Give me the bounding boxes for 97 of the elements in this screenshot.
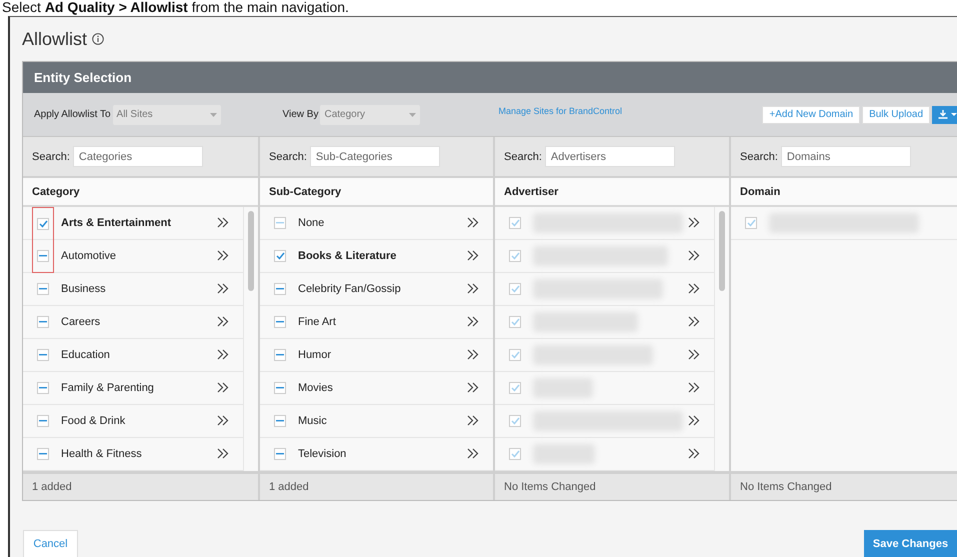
- list-item-label[interactable]: Humor: [298, 349, 332, 361]
- list-item-label[interactable]: Business: [61, 283, 106, 295]
- minus-icon: [39, 387, 47, 389]
- check-icon: [510, 318, 520, 326]
- page-title: Allowlist: [22, 28, 88, 50]
- double-chevron-icon[interactable]: [467, 316, 479, 327]
- list-item-label[interactable]: Books & Literature: [298, 250, 396, 262]
- list-item-label[interactable]: Arts & Entertainment: [61, 217, 172, 229]
- scrollbar-thumb[interactable]: [248, 211, 254, 291]
- check-icon: [510, 252, 520, 260]
- minus-icon: [276, 288, 284, 290]
- search-field[interactable]: Domains: [780, 146, 911, 167]
- checkbox[interactable]: [37, 218, 49, 230]
- check-icon: [276, 252, 284, 260]
- double-chevron-icon[interactable]: [217, 283, 229, 294]
- double-chevron-icon[interactable]: [467, 349, 479, 360]
- list-item-label[interactable]: Fine Art: [298, 316, 336, 328]
- column-footer-status: 1 added: [23, 471, 258, 500]
- minus-icon: [39, 420, 47, 422]
- field-label: Apply Allowlist To: [34, 109, 111, 120]
- check-icon: [746, 219, 756, 227]
- info-icon[interactable]: [92, 33, 104, 45]
- minus-icon: [276, 387, 284, 389]
- column-footer-status: No Items Changed: [495, 471, 729, 500]
- checkbox[interactable]: [37, 250, 49, 262]
- search-label: Search:: [32, 150, 70, 162]
- list-item-label[interactable]: Education: [61, 349, 110, 361]
- caret-icon: [951, 113, 957, 116]
- search-label: Search:: [740, 150, 778, 162]
- list-item-label[interactable]: Celebrity Fan/Gossip: [298, 283, 401, 295]
- search-field[interactable]: Categories: [72, 146, 203, 167]
- list-item-label[interactable]: Television: [298, 448, 346, 460]
- double-chevron-icon[interactable]: [217, 349, 229, 360]
- double-chevron-icon[interactable]: [467, 382, 479, 393]
- minus-icon: [39, 453, 47, 455]
- list-item-label[interactable]: Music: [298, 415, 327, 427]
- check-icon: [510, 384, 520, 392]
- minus-icon: [276, 354, 284, 356]
- download-icon: [938, 110, 948, 119]
- minus-icon: [276, 420, 284, 422]
- checkbox[interactable]: [274, 283, 286, 295]
- check-icon: [510, 219, 520, 227]
- minus-icon: [276, 321, 284, 323]
- double-chevron-icon[interactable]: [217, 250, 229, 261]
- double-chevron-icon[interactable]: [217, 448, 229, 459]
- minus-icon: [276, 222, 284, 224]
- list-item-label[interactable]: Movies: [298, 382, 333, 394]
- checkbox[interactable]: [37, 316, 49, 328]
- field-label: View By: [282, 109, 318, 120]
- checkbox[interactable]: [274, 415, 286, 427]
- checkbox[interactable]: [274, 349, 286, 361]
- double-chevron-icon[interactable]: [467, 283, 479, 294]
- list-item-label[interactable]: Careers: [61, 316, 100, 328]
- panel-title: Entity Selection: [23, 62, 957, 93]
- checkbox[interactable]: [37, 283, 49, 295]
- double-chevron-icon[interactable]: [217, 415, 229, 426]
- double-chevron-icon[interactable]: [467, 448, 479, 459]
- check-icon: [510, 417, 520, 425]
- list-item-label[interactable]: Health & Fitness: [61, 448, 142, 460]
- minus-icon: [39, 254, 47, 256]
- column-footer-status: No Items Changed: [731, 471, 957, 500]
- double-chevron-icon[interactable]: [217, 217, 229, 228]
- instruction-caption: Select Ad Quality > Allowlist from the main navigation.: [1, 0, 350, 16]
- search-label: Search:: [504, 150, 542, 162]
- column-footer-status: 1 added: [260, 471, 493, 500]
- checkbox[interactable]: [37, 349, 49, 361]
- checkbox[interactable]: [274, 250, 286, 262]
- double-chevron-icon[interactable]: [467, 250, 479, 261]
- list-item-label[interactable]: Family & Parenting: [61, 382, 154, 394]
- search-field[interactable]: Sub-Categories: [310, 146, 440, 167]
- search-field[interactable]: Advertisers: [544, 146, 675, 167]
- list-item-label[interactable]: Automotive: [61, 250, 116, 262]
- double-chevron-icon[interactable]: [217, 316, 229, 327]
- view-by-dropdown[interactable]: Category: [320, 104, 420, 124]
- checkbox[interactable]: [37, 382, 49, 394]
- checkbox[interactable]: [274, 316, 286, 328]
- minus-icon: [39, 321, 47, 323]
- download-dropdown-button[interactable]: [932, 106, 957, 124]
- apply-to-dropdown[interactable]: All Sites: [112, 104, 221, 124]
- minus-icon: [276, 453, 284, 455]
- check-icon: [510, 450, 520, 458]
- check-icon: [510, 285, 520, 293]
- check-icon: [38, 220, 48, 228]
- check-icon: [510, 351, 520, 359]
- double-chevron-icon[interactable]: [217, 382, 229, 393]
- checkbox[interactable]: [37, 448, 49, 460]
- caret-icon: [210, 112, 217, 116]
- double-chevron-icon[interactable]: [467, 415, 479, 426]
- minus-icon: [39, 288, 47, 290]
- search-label: Search:: [269, 150, 307, 162]
- checkbox[interactable]: [274, 382, 286, 394]
- checkbox[interactable]: [37, 415, 49, 427]
- minus-icon: [39, 354, 47, 356]
- scrollbar-thumb[interactable]: [719, 211, 725, 291]
- checkbox[interactable]: [274, 448, 286, 460]
- list-item-label[interactable]: Food & Drink: [61, 415, 126, 427]
- caret-icon: [409, 112, 416, 116]
